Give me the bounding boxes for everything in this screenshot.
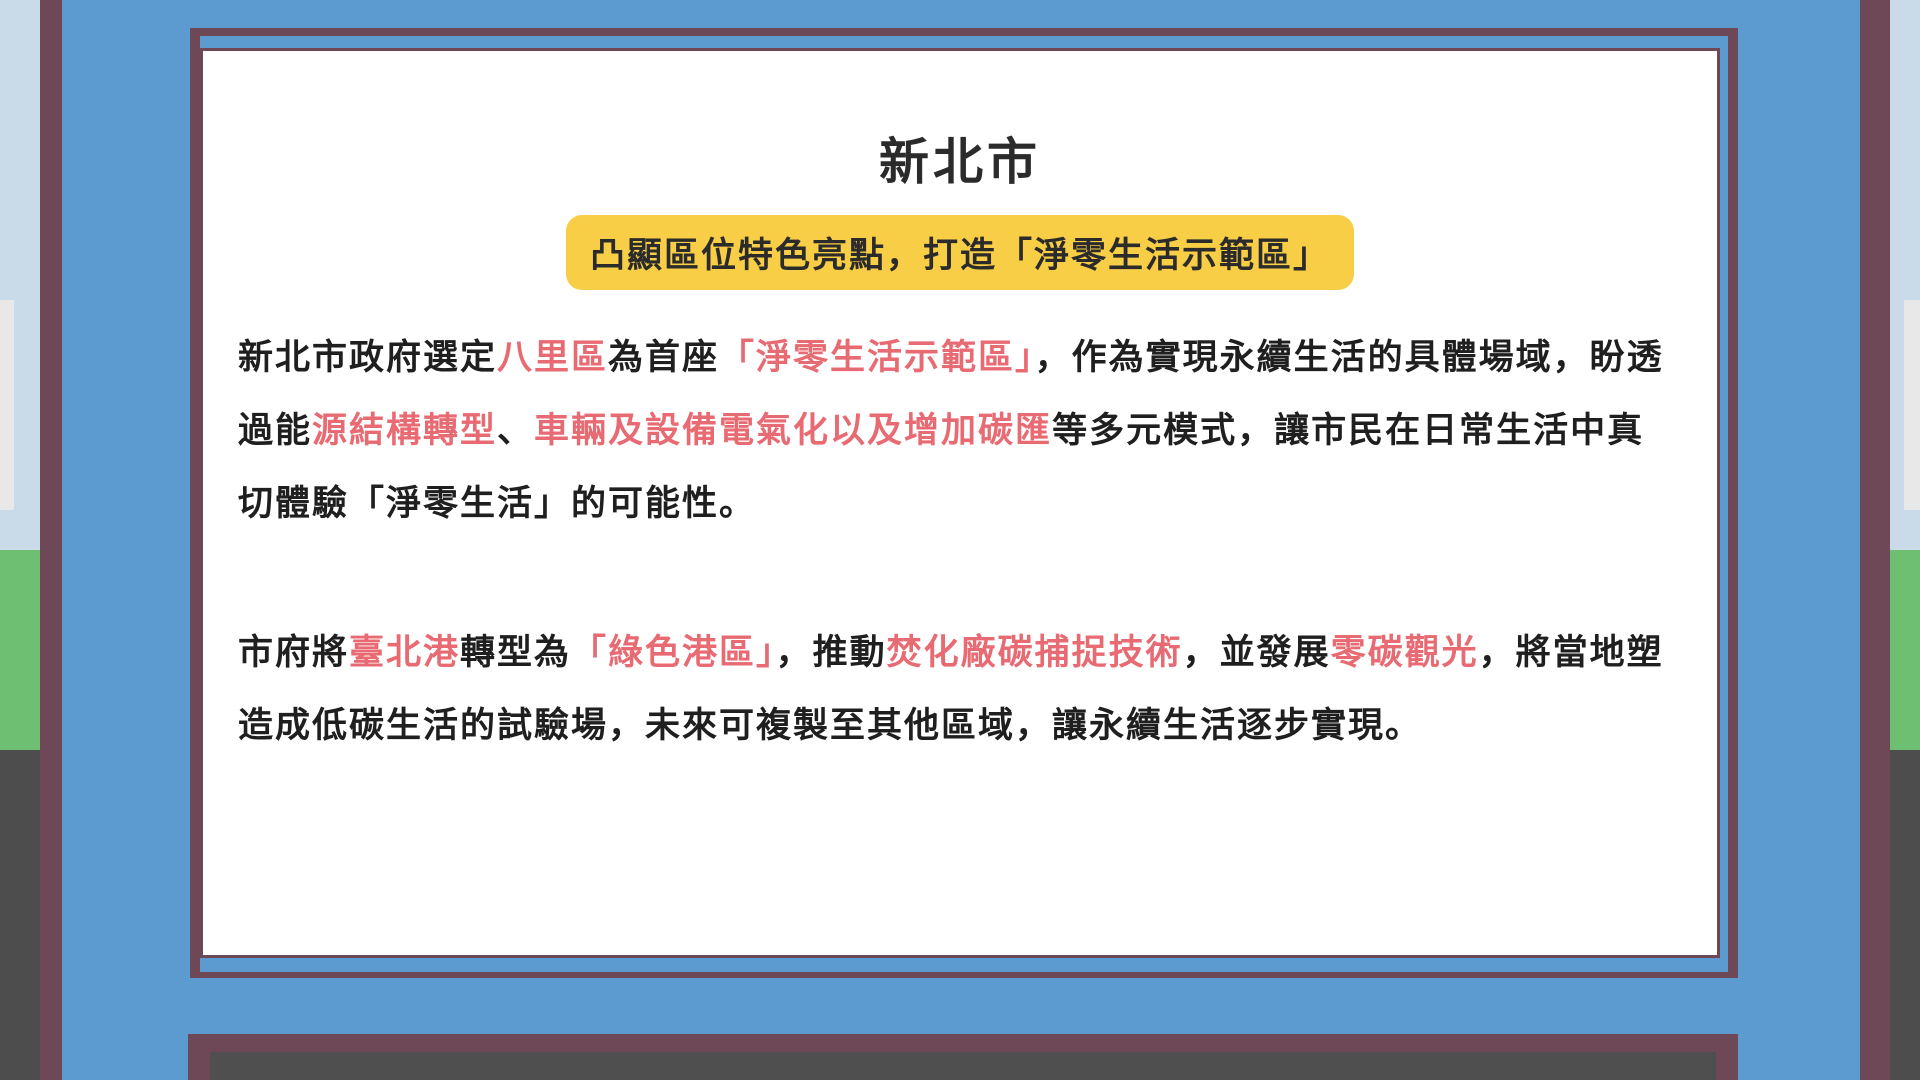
- page-title: 新北市: [879, 133, 1041, 191]
- background-road-right: [1890, 750, 1920, 1080]
- paragraph-1-highlight-2: 「淨零生活示範區」: [719, 338, 1035, 378]
- background-window-right: [1904, 300, 1920, 510]
- paragraph-2-text-4: ，並發展: [1182, 633, 1331, 673]
- subtitle-badge: 凸顯區位特色亮點，打造「淨零生活示範區」: [565, 215, 1354, 290]
- paragraph-2-text-3: ，推動: [775, 633, 887, 673]
- paragraph-2-highlight-3: 焚化廠碳捕捉技術: [886, 633, 1183, 673]
- paragraph-1-highlight-1: 八里區: [497, 338, 609, 378]
- paragraph-2-highlight-4: 零碳觀光: [1330, 633, 1479, 673]
- paragraph-2-highlight-2: 「綠色港區」: [571, 633, 776, 673]
- background-window-left: [0, 300, 14, 510]
- background-road-left: [0, 750, 40, 1080]
- paragraph-1-highlight-4: 車輛及設備電氣化以及增加碳匯: [534, 411, 1053, 451]
- paragraph-2-text-2: 轉型為: [460, 633, 572, 673]
- paragraph-1: 新北市政府選定八里區為首座「淨零生活示範區」，作為實現永續生活的具體場域，盼透過…: [238, 322, 1678, 541]
- paragraph-1-text-1: 新北市政府選定: [238, 338, 498, 378]
- paragraph-2: 市府將臺北港轉型為「綠色港區」，推動焚化廠碳捕捉技術，並發展零碳觀光，將當地塑造…: [238, 617, 1678, 763]
- background-grass-right: [1890, 550, 1920, 750]
- paragraph-2-text-1: 市府將: [238, 633, 350, 673]
- bottom-panel: [210, 1052, 1716, 1080]
- paragraph-2-highlight-1: 臺北港: [349, 633, 461, 673]
- subtitle-container: 凸顯區位特色亮點，打造「淨零生活示範區」: [0, 215, 1920, 290]
- paragraph-1-text-2: 為首座: [608, 338, 720, 378]
- paragraph-1-highlight-3: 源結構轉型: [312, 411, 498, 451]
- background-grass-left: [0, 550, 40, 750]
- paragraph-1-text-4: 、: [497, 411, 535, 451]
